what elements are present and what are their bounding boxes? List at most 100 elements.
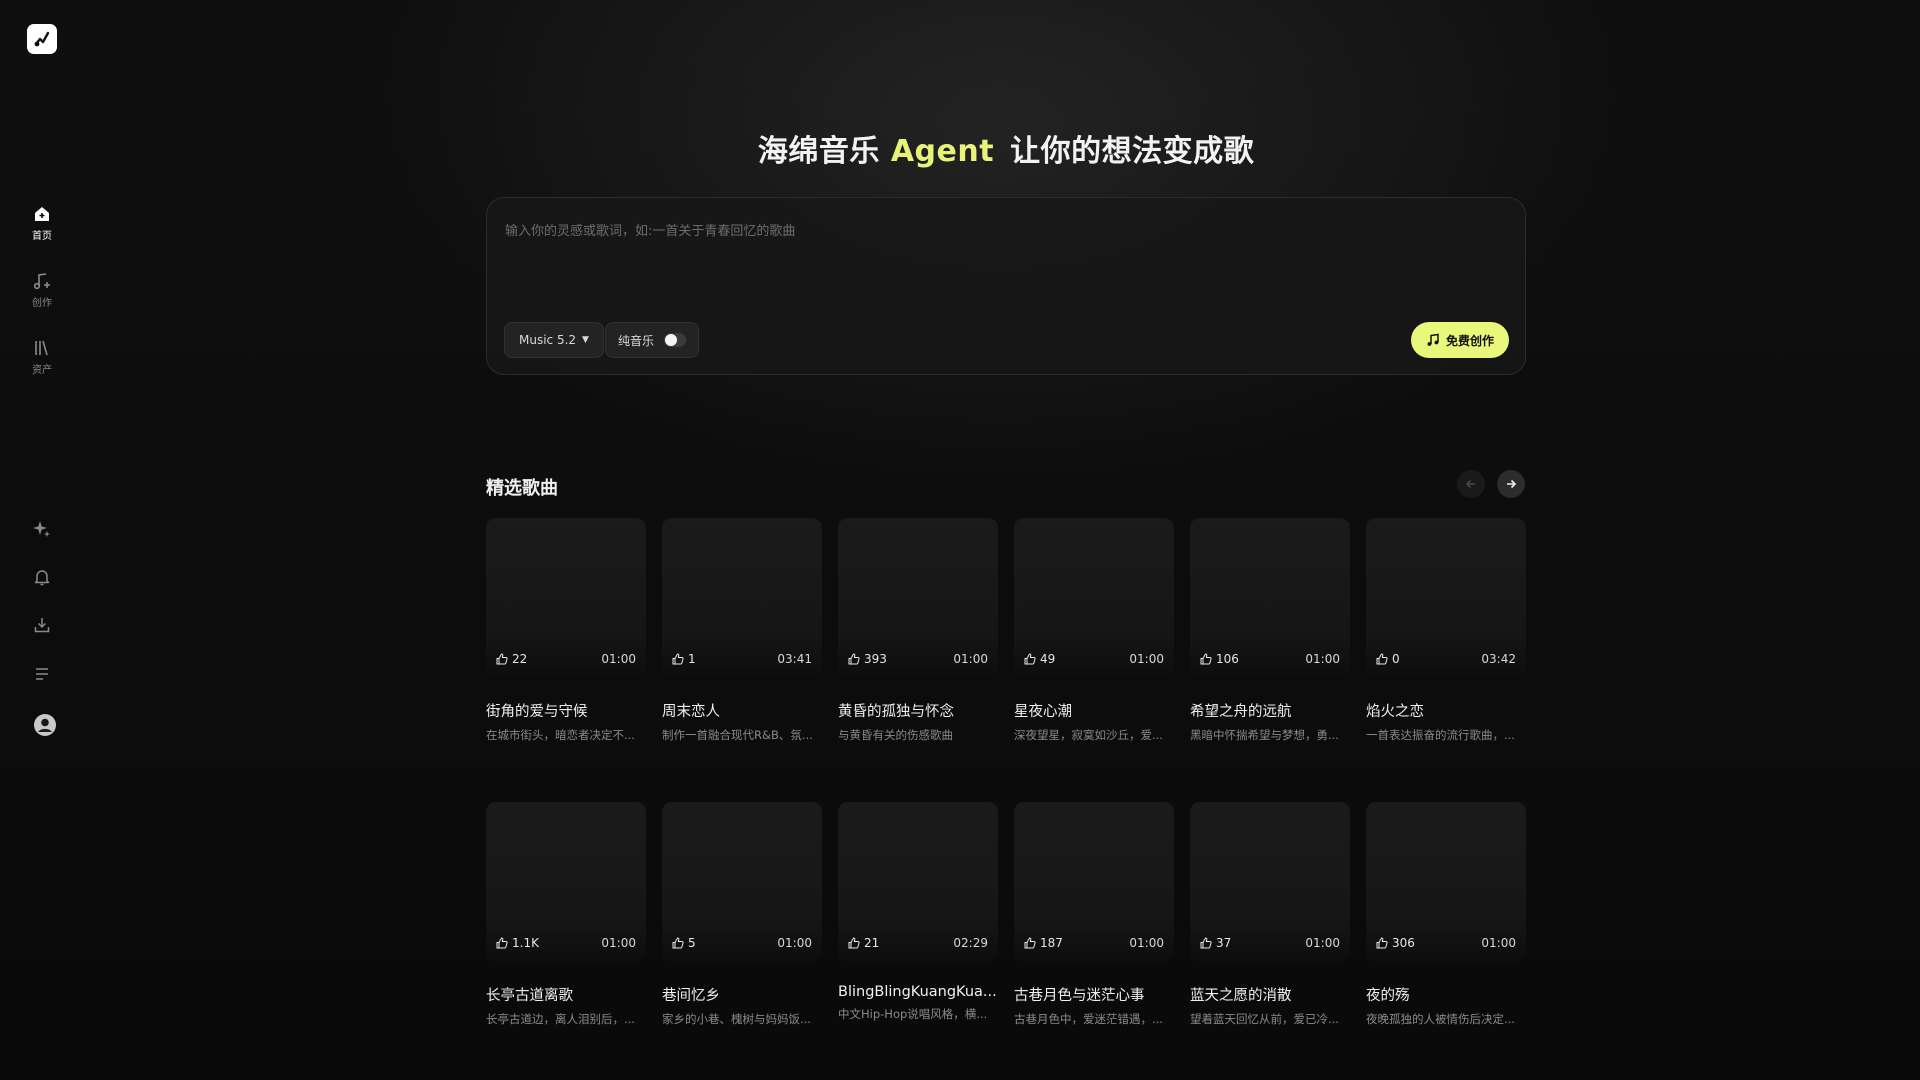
likes-count: 0 xyxy=(1376,652,1400,666)
likes-count: 5 xyxy=(672,936,696,950)
song-cover: 187 01:00 xyxy=(1014,802,1174,962)
song-title: 希望之舟的远航 xyxy=(1190,704,1292,720)
create-button[interactable]: 免费创作 xyxy=(1410,322,1509,358)
song-card[interactable]: 393 01:00 黄昏的孤独与怀念 与黄昏有关的伤感歌曲 xyxy=(838,518,998,743)
sidebar-item-assets[interactable]: 资产 xyxy=(0,338,84,376)
carousel-next-button[interactable] xyxy=(1497,470,1525,498)
thumbs-up-icon xyxy=(848,653,860,665)
song-cover: 1.1K 01:00 xyxy=(486,802,646,962)
song-card[interactable]: 306 01:00 夜的殇 夜晚孤独的人被情伤后决定... xyxy=(1366,802,1526,1027)
arrow-right-icon xyxy=(1507,479,1517,489)
likes-count: 1 xyxy=(672,652,696,666)
carousel-prev-button[interactable] xyxy=(1457,470,1485,498)
instrumental-toggle-group: 纯音乐 xyxy=(605,322,700,358)
song-card[interactable]: 21 02:29 BlingBlingKuangKua... 中文Hip-Hop… xyxy=(838,802,998,1027)
caret-down-icon: ▼ xyxy=(582,335,589,345)
toggle-knob xyxy=(665,334,678,346)
likes-count: 187 xyxy=(1024,936,1063,950)
song-description: 夜晚孤独的人被情伤后决定... xyxy=(1366,1012,1515,1026)
create-button-label: 免费创作 xyxy=(1445,333,1494,348)
song-card[interactable]: 49 01:00 星夜心潮 深夜望星，寂寞如沙丘，爱... xyxy=(1014,518,1174,743)
sidebar-item-home[interactable]: 首页 xyxy=(0,204,84,242)
thumbs-up-icon xyxy=(496,937,508,949)
song-duration: 03:42 xyxy=(1481,652,1516,666)
song-cover: 393 01:00 xyxy=(838,518,998,678)
likes-count: 49 xyxy=(1024,652,1055,666)
song-title: 周末恋人 xyxy=(662,704,720,720)
song-title: 星夜心潮 xyxy=(1014,704,1072,720)
song-title: BlingBlingKuangKua... xyxy=(838,984,997,1000)
model-select[interactable]: Music 5.2 ▼ xyxy=(504,322,604,358)
song-duration: 01:00 xyxy=(1129,652,1164,666)
song-description: 一首表达振奋的流行歌曲，... xyxy=(1366,728,1515,742)
song-duration: 03:41 xyxy=(777,652,812,666)
song-title: 街角的爱与守候 xyxy=(486,704,588,720)
song-card[interactable]: 187 01:00 古巷月色与迷茫心事 古巷月色中，爱迷茫错遇，... xyxy=(1014,802,1174,1027)
song-description: 在城市街头，暗恋者决定不... xyxy=(486,728,635,742)
thumbs-up-icon xyxy=(1024,937,1036,949)
song-duration: 01:00 xyxy=(601,936,636,950)
song-card[interactable]: 22 01:00 街角的爱与守候 在城市街头，暗恋者决定不... xyxy=(486,518,646,743)
model-select-value: Music 5.2 xyxy=(519,333,577,347)
thumbs-up-icon xyxy=(672,653,684,665)
notifications-button[interactable] xyxy=(30,565,54,589)
music-logo-icon xyxy=(34,31,50,47)
song-title: 黄昏的孤独与怀念 xyxy=(838,704,954,720)
song-title: 巷间忆乡 xyxy=(662,988,720,1004)
song-duration: 01:00 xyxy=(1305,936,1340,950)
song-card[interactable]: 106 01:00 希望之舟的远航 黑暗中怀揣希望与梦想，勇... xyxy=(1190,518,1350,743)
song-description: 黑暗中怀揣希望与梦想，勇... xyxy=(1190,728,1339,742)
song-title: 夜的殇 xyxy=(1366,988,1410,1004)
sidebar-item-create[interactable]: 创作 xyxy=(0,271,84,309)
likes-count: 37 xyxy=(1200,936,1231,950)
likes-count: 106 xyxy=(1200,652,1239,666)
likes-count: 22 xyxy=(496,652,527,666)
likes-count: 306 xyxy=(1376,936,1415,950)
sparkle-icon xyxy=(33,521,50,537)
hero-title-prefix: 海绵音乐 xyxy=(757,134,880,169)
song-duration: 01:00 xyxy=(601,652,636,666)
app-logo[interactable] xyxy=(27,24,57,54)
sidebar-item-label: 创作 xyxy=(32,298,52,309)
menu-button[interactable] xyxy=(30,662,54,686)
song-cover: 106 01:00 xyxy=(1190,518,1350,678)
library-icon xyxy=(35,340,48,356)
song-duration: 01:00 xyxy=(1129,936,1164,950)
menu-lines-icon xyxy=(36,668,48,680)
song-description: 与黄昏有关的伤感歌曲 xyxy=(838,728,953,742)
song-card[interactable]: 0 03:42 焰火之恋 一首表达振奋的流行歌曲，... xyxy=(1366,518,1526,743)
hero-title: 海绵音乐 Agent 让你的想法变成歌 xyxy=(486,126,1526,170)
song-duration: 01:00 xyxy=(1305,652,1340,666)
sparkle-button[interactable] xyxy=(30,517,54,541)
download-button[interactable] xyxy=(30,613,54,637)
thumbs-up-icon xyxy=(1200,937,1212,949)
song-title: 焰火之恋 xyxy=(1366,704,1424,720)
prompt-input[interactable] xyxy=(505,220,1505,300)
song-description: 制作一首融合现代R&B、氛... xyxy=(662,728,813,742)
song-card[interactable]: 1.1K 01:00 长亭古道离歌 长亭古道边，离人泪别后，... xyxy=(486,802,646,1027)
song-cover: 306 01:00 xyxy=(1366,802,1526,962)
download-icon xyxy=(34,618,50,633)
song-grid: 22 01:00 街角的爱与守候 在城市街头，暗恋者决定不... 1 03:41… xyxy=(486,518,1526,1027)
likes-count: 21 xyxy=(848,936,879,950)
song-description: 望着蓝天回忆从前，爱已冷... xyxy=(1190,1012,1339,1026)
likes-count: 1.1K xyxy=(496,936,539,950)
sidebar-item-label: 资产 xyxy=(32,365,52,376)
user-avatar[interactable] xyxy=(33,713,57,737)
song-title: 古巷月色与迷茫心事 xyxy=(1014,988,1145,1004)
song-description: 长亭古道边，离人泪别后，... xyxy=(486,1012,635,1026)
instrumental-toggle[interactable] xyxy=(664,333,687,347)
song-card[interactable]: 5 01:00 巷间忆乡 家乡的小巷、槐树与妈妈饭... xyxy=(662,802,822,1027)
song-card[interactable]: 37 01:00 蓝天之愿的消散 望着蓝天回忆从前，爱已冷... xyxy=(1190,802,1350,1027)
user-avatar-icon xyxy=(34,714,56,736)
prompt-box: Music 5.2 ▼ 纯音乐 免费创作 xyxy=(486,197,1526,375)
song-title: 蓝天之愿的消散 xyxy=(1190,988,1292,1004)
thumbs-up-icon xyxy=(848,937,860,949)
sidebar: 首页 创作 资产 xyxy=(0,0,84,1080)
song-duration: 01:00 xyxy=(1481,936,1516,950)
likes-count: 393 xyxy=(848,652,887,666)
song-card[interactable]: 1 03:41 周末恋人 制作一首融合现代R&B、氛... xyxy=(662,518,822,743)
song-description: 中文Hip-Hop说唱风格，横... xyxy=(838,1007,988,1021)
thumbs-up-icon xyxy=(672,937,684,949)
thumbs-up-icon xyxy=(1376,937,1388,949)
